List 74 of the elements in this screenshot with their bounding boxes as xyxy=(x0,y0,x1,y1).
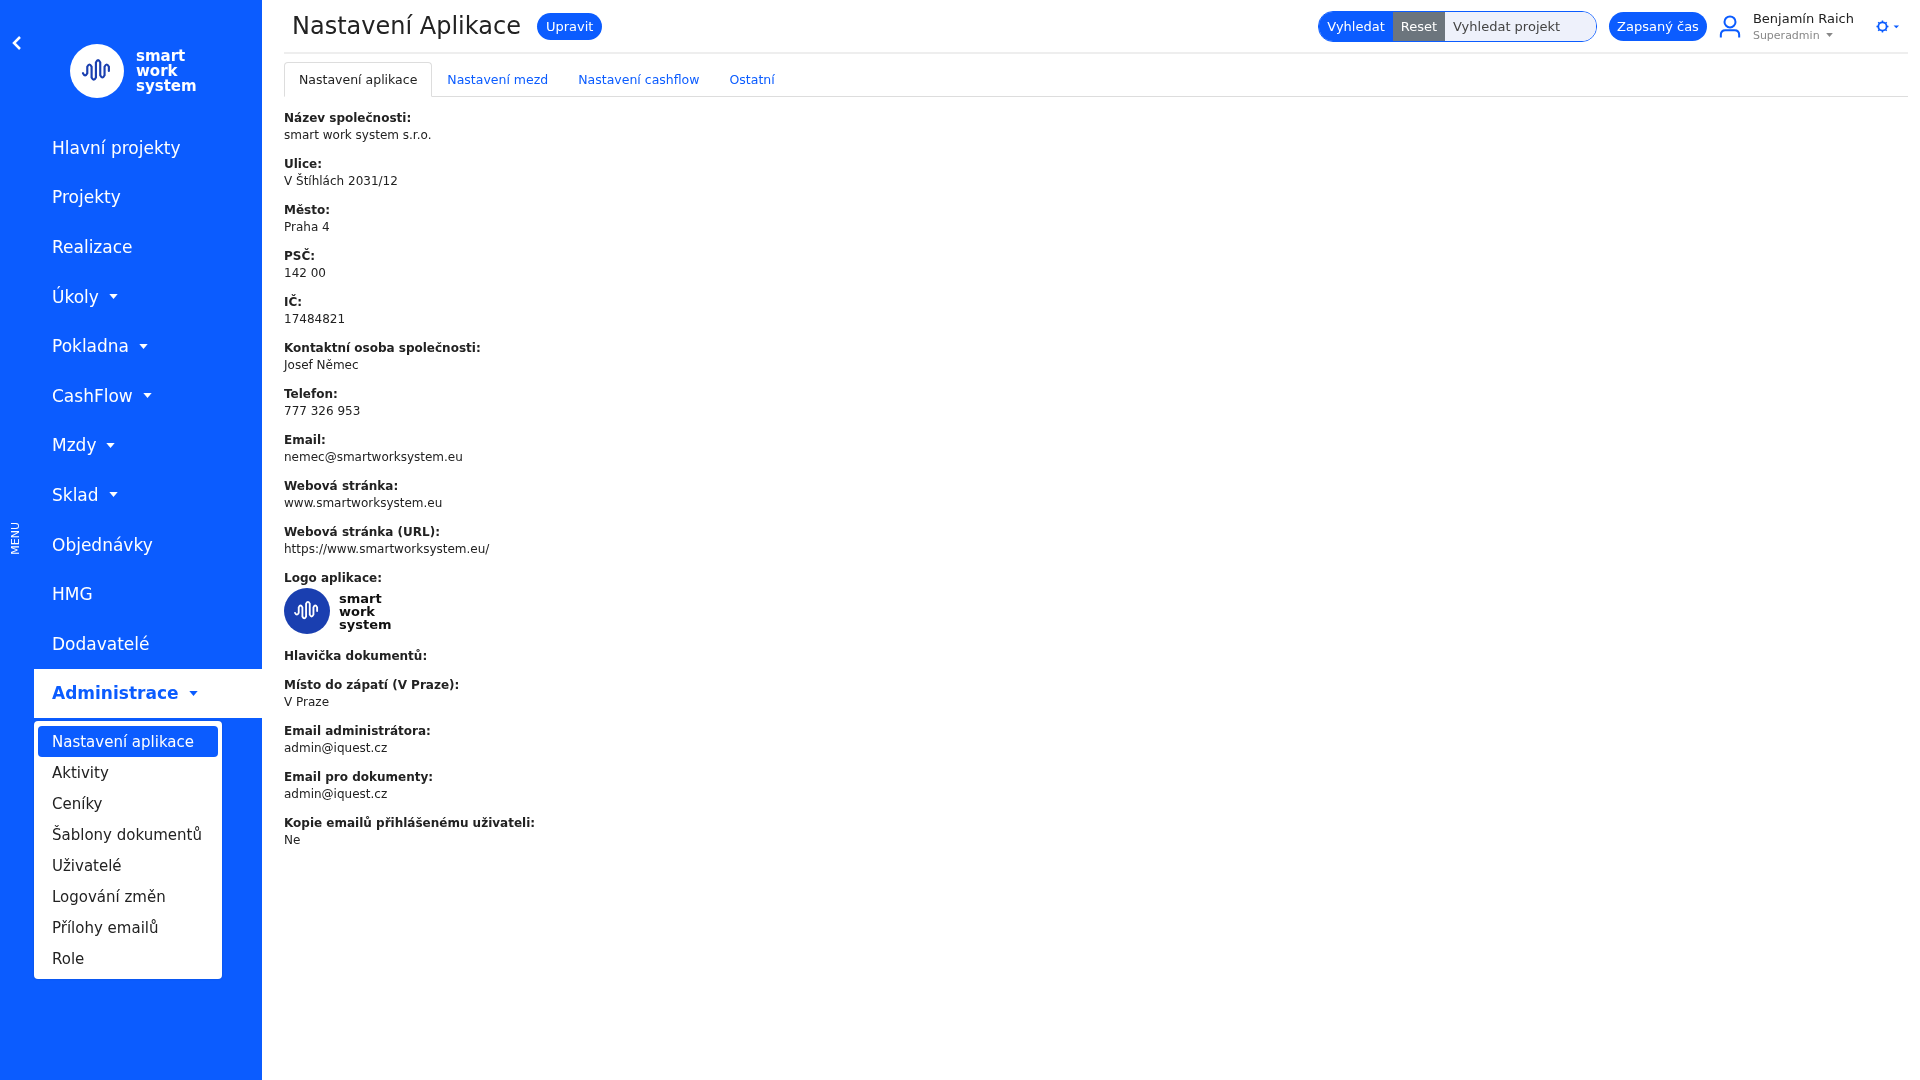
submenu-item[interactable]: Nastavení aplikace xyxy=(38,726,218,758)
nav-item[interactable]: Mzdy xyxy=(52,420,116,471)
nav-item[interactable]: HMG xyxy=(52,569,93,619)
field-label: Ulice: xyxy=(284,157,324,171)
field-label: PSČ: xyxy=(284,249,317,263)
nav-item[interactable]: Administrace xyxy=(34,668,262,719)
field-value: 17484821 xyxy=(284,312,347,326)
caret-icon xyxy=(106,442,116,448)
field-value: admin@iquest.cz xyxy=(284,787,389,801)
submenu-item[interactable]: Uživatelé xyxy=(38,850,218,882)
user-icon[interactable] xyxy=(1718,13,1741,39)
submenu-item[interactable]: Aktivity xyxy=(38,757,218,789)
logo-icon xyxy=(284,588,330,634)
field-value: 142 00 xyxy=(284,266,327,280)
caret-icon xyxy=(108,294,118,300)
field-label: Email administrátora: xyxy=(284,724,432,738)
caret-icon xyxy=(139,343,148,349)
tab[interactable]: Nastavení mezd xyxy=(432,62,564,97)
field-value: nemec@smartworksystem.eu xyxy=(284,450,464,464)
field-label: Email: xyxy=(284,433,327,447)
logo-text: smart work system xyxy=(339,591,389,631)
field-label: Hlavička dokumentů: xyxy=(284,649,429,663)
field-label: Místo do zápatí (V Praze): xyxy=(284,678,461,692)
submenu-item[interactable]: Ceníky xyxy=(38,788,218,820)
nav-item[interactable]: Pokladna xyxy=(52,321,148,371)
field-value: smart work system s.r.o. xyxy=(284,128,433,142)
nav-item[interactable]: Realizace xyxy=(52,222,133,272)
field-value: admin@iquest.cz xyxy=(284,741,389,755)
field-value: Josef Němec xyxy=(284,358,360,372)
field-label: Kopie emailů přihlášenému uživateli: xyxy=(284,816,537,830)
tab[interactable]: Nastavení cashflow xyxy=(563,62,715,97)
caret-icon xyxy=(142,393,152,399)
caret-icon xyxy=(188,690,198,696)
nav-item[interactable]: Dodavatelé xyxy=(52,618,150,669)
submenu-item[interactable]: Šablony dokumentů xyxy=(38,819,218,851)
field-label: Webová stránka (URL): xyxy=(284,525,441,539)
field-label: Název společnosti: xyxy=(284,111,413,125)
page-title: Nastavení Aplikace xyxy=(292,12,521,40)
field-value: V Štíhlách 2031/12 xyxy=(284,174,399,188)
nav-item[interactable]: Projekty xyxy=(52,172,121,223)
field-label: Kontaktní osoba společnosti: xyxy=(284,341,482,355)
field-label: Logo aplikace: xyxy=(284,571,383,585)
nav-item[interactable]: Objednávky xyxy=(52,519,153,570)
nav-item[interactable]: CashFlow xyxy=(52,370,152,421)
field-label: IČ: xyxy=(284,295,304,309)
field-label: Email pro dokumenty: xyxy=(284,770,435,784)
field-value: V Praze xyxy=(284,695,331,709)
caret-icon[interactable] xyxy=(1825,33,1833,37)
nav-item[interactable]: Sklad xyxy=(52,470,118,520)
settings-icon[interactable] xyxy=(1876,18,1900,34)
field-label: Město: xyxy=(284,203,331,217)
tab[interactable]: Nastavení aplikace xyxy=(284,62,433,97)
field-value: https://www.smartworksystem.eu/ xyxy=(284,542,491,556)
submenu-item[interactable]: Přílohy emailů xyxy=(38,912,218,944)
field-value: www.smartworksystem.eu xyxy=(284,496,444,510)
menu-label[interactable]: MENU xyxy=(9,522,22,555)
chevron-left-icon[interactable] xyxy=(12,36,22,50)
user-name: Benjamín Raich xyxy=(1752,10,1854,26)
nav-item[interactable]: Hlavní projekty xyxy=(52,123,181,173)
logged-time-button[interactable]: Zapsaný čas xyxy=(1609,11,1707,41)
logo-icon xyxy=(70,44,124,98)
field-value: Praha 4 xyxy=(284,220,331,234)
logo-text: smart work system xyxy=(136,48,196,94)
tab[interactable]: Ostatní xyxy=(714,62,790,97)
nav-item[interactable]: Úkoly xyxy=(52,271,118,322)
field-label: Telefon: xyxy=(284,387,339,401)
user-role[interactable]: Superadmin xyxy=(1752,28,1820,42)
submenu-item[interactable]: Role xyxy=(38,943,218,975)
submenu-item[interactable]: Logování změn xyxy=(38,881,218,913)
edit-button[interactable]: Upravit xyxy=(536,12,603,40)
caret-icon xyxy=(108,492,118,498)
field-value: 777 326 953 xyxy=(284,404,362,418)
field-value: Ne xyxy=(284,833,302,847)
field-label: Webová stránka: xyxy=(284,479,400,493)
